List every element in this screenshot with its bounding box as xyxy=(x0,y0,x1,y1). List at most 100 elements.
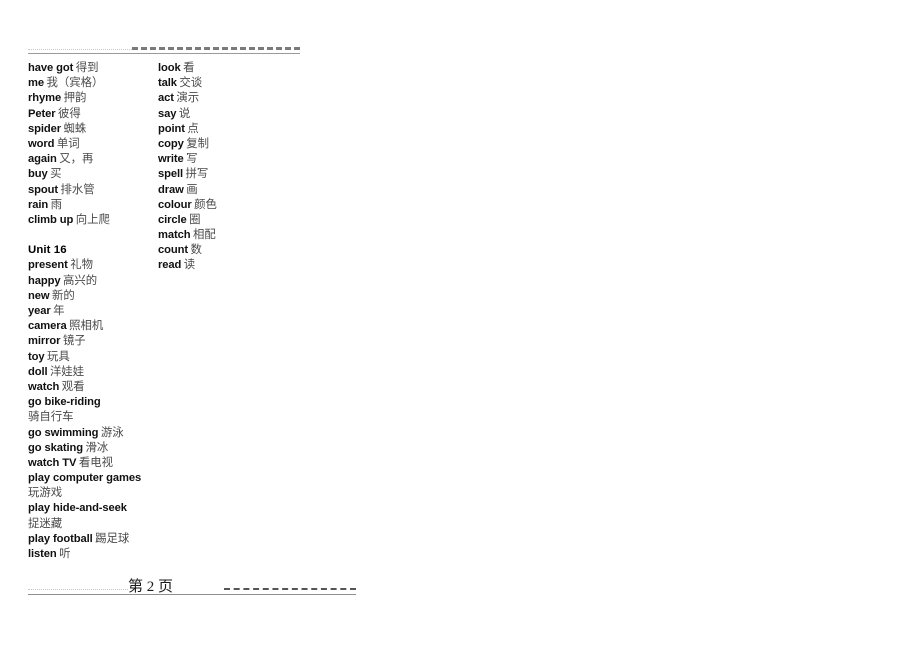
vocabulary-term: count xyxy=(158,244,188,257)
vocabulary-term: year xyxy=(28,305,51,317)
vocabulary-entry: play football 踢足球 xyxy=(28,532,152,547)
header-divider-dashed-segment xyxy=(132,47,300,50)
vocabulary-term: listen xyxy=(28,548,57,560)
vocabulary-entry-continuation: 骑自行车 xyxy=(28,410,152,425)
vocabulary-entry: me 我（宾格） xyxy=(28,76,152,91)
vocabulary-term: new xyxy=(28,289,50,302)
vocabulary-translation: 听 xyxy=(59,548,71,560)
vocabulary-term: spell xyxy=(158,168,183,181)
vocabulary-translation: 点 xyxy=(187,122,199,135)
vocabulary-term: look xyxy=(158,62,181,74)
vocabulary-translation: 押韵 xyxy=(63,92,87,105)
vocabulary-entry: rain 雨 xyxy=(28,198,152,213)
vocabulary-entry: circle 圈 xyxy=(158,213,278,228)
vocabulary-translation: 演示 xyxy=(176,92,200,105)
vocabulary-translation: 洋娃娃 xyxy=(49,365,85,378)
vocabulary-translation: 新的 xyxy=(51,289,75,302)
vocabulary-term: draw xyxy=(158,183,184,196)
vocabulary-entry: look 看 xyxy=(158,61,278,76)
vocabulary-entry: act 演示 xyxy=(158,91,278,106)
vocabulary-term: rhyme xyxy=(28,92,62,105)
vocabulary-translation: 看电视 xyxy=(78,456,113,469)
vocabulary-entry: read 读 xyxy=(158,258,278,273)
vocabulary-term: have got xyxy=(28,62,74,74)
vocabulary-translation: 我（宾格） xyxy=(46,77,104,90)
vocabulary-entry: draw 画 xyxy=(158,183,278,198)
vocabulary-entry-continuation: 玩游戏 xyxy=(28,486,152,501)
vocabulary-term: copy xyxy=(158,137,184,150)
vocabulary-entry: count 数 xyxy=(158,243,278,258)
vocabulary-translation: 彼得 xyxy=(58,107,81,120)
vocabulary-entry: go bike-riding xyxy=(28,395,152,410)
vocabulary-entry: colour 颜色 xyxy=(158,198,278,213)
vocabulary-entry: camera 照相机 xyxy=(28,319,152,334)
vocabulary-translation: 看 xyxy=(183,62,195,74)
vocabulary-entry: watch TV 看电视 xyxy=(28,456,152,471)
vocabulary-translation: 拼写 xyxy=(185,168,209,181)
vocabulary-translation: 得到 xyxy=(75,62,99,74)
vocabulary-entry: present 礼物 xyxy=(28,258,152,273)
vocabulary-entry: doll 洋娃娃 xyxy=(28,365,152,380)
vocabulary-translation: 写 xyxy=(186,153,198,166)
vocabulary-translation: 复制 xyxy=(186,137,210,150)
vocabulary-term: write xyxy=(158,153,184,166)
vocabulary-translation: 骑自行车 xyxy=(28,411,74,424)
header-divider-solid-segment xyxy=(28,53,300,54)
vocabulary-term: spout xyxy=(28,183,58,196)
vocabulary-entry: year 年 xyxy=(28,304,152,319)
vocabulary-term: play hide-and-seek xyxy=(28,502,127,515)
vocabulary-entry: have got 得到 xyxy=(28,61,152,76)
vocabulary-term: again xyxy=(28,153,57,166)
vocabulary-entry: Peter 彼得 xyxy=(28,107,152,122)
vocabulary-entry: play computer games xyxy=(28,471,152,486)
document-page: have got 得到 me 我（宾格） rhyme 押韵 Peter 彼得 spider 蜘蛛 w… xyxy=(0,0,920,651)
vocabulary-entry: again 又，再 xyxy=(28,152,152,167)
vocabulary-term: me xyxy=(28,77,44,90)
vocabulary-translation: 买 xyxy=(50,168,62,181)
vocabulary-term: go bike-riding xyxy=(28,396,101,409)
vocabulary-term: word xyxy=(28,137,55,150)
vocabulary-translation: 圈 xyxy=(189,213,201,226)
vocabulary-term: match xyxy=(158,229,191,242)
vocabulary-entry: climb up 向上爬 xyxy=(28,213,152,228)
vocabulary-entry: play hide-and-seek xyxy=(28,501,152,516)
vocabulary-term: go skating xyxy=(28,441,83,454)
vocabulary-translation: 数 xyxy=(190,244,202,257)
vocabulary-term: play football xyxy=(28,532,93,545)
vocabulary-term: watch TV xyxy=(28,456,77,469)
vocabulary-term: Peter xyxy=(28,107,56,120)
vocabulary-entry-continuation: 捉迷藏 xyxy=(28,517,152,532)
vocabulary-term: present xyxy=(28,259,68,272)
vocabulary-term: toy xyxy=(28,350,45,363)
vocabulary-term: watch xyxy=(28,380,60,393)
vocabulary-translation: 照相机 xyxy=(69,320,104,333)
vocabulary-translation: 滑冰 xyxy=(85,441,109,454)
vocabulary-translation: 蜘蛛 xyxy=(63,122,87,135)
vocabulary-term: climb up xyxy=(28,213,74,226)
vocabulary-column-right: look 看 talk 交谈 act 演示 say 说 point 点 copy 复制 write 写 sp… xyxy=(158,61,278,274)
vocabulary-entry: buy 买 xyxy=(28,167,152,182)
vocabulary-translation: 镜子 xyxy=(62,335,86,348)
vocabulary-translation: 画 xyxy=(186,183,198,196)
vocabulary-column-left: have got 得到 me 我（宾格） rhyme 押韵 Peter 彼得 spider 蜘蛛 w… xyxy=(28,61,152,562)
vocabulary-translation: 观看 xyxy=(61,380,85,393)
vocabulary-term: buy xyxy=(28,168,48,181)
vocabulary-term: colour xyxy=(158,198,192,211)
vocabulary-term: spider xyxy=(28,122,61,135)
vocabulary-term: say xyxy=(158,107,177,120)
vocabulary-entry: word 单词 xyxy=(28,137,152,152)
vocabulary-entry: go swimming 游泳 xyxy=(28,426,152,441)
vocabulary-term: act xyxy=(158,92,174,105)
footer-divider-dotted-segment xyxy=(28,589,128,590)
vocabulary-entry: point 点 xyxy=(158,122,278,137)
vocabulary-term: mirror xyxy=(28,335,61,348)
vocabulary-entry: watch 观看 xyxy=(28,380,152,395)
vocabulary-entry: say 说 xyxy=(158,107,278,122)
vocabulary-term: happy xyxy=(28,274,61,287)
vocabulary-entry: spider 蜘蛛 xyxy=(28,122,152,137)
vocabulary-translation: 高兴的 xyxy=(62,274,98,287)
vocabulary-translation: 年 xyxy=(53,305,65,317)
vocabulary-entry: talk 交谈 xyxy=(158,76,278,91)
header-divider xyxy=(28,46,300,54)
